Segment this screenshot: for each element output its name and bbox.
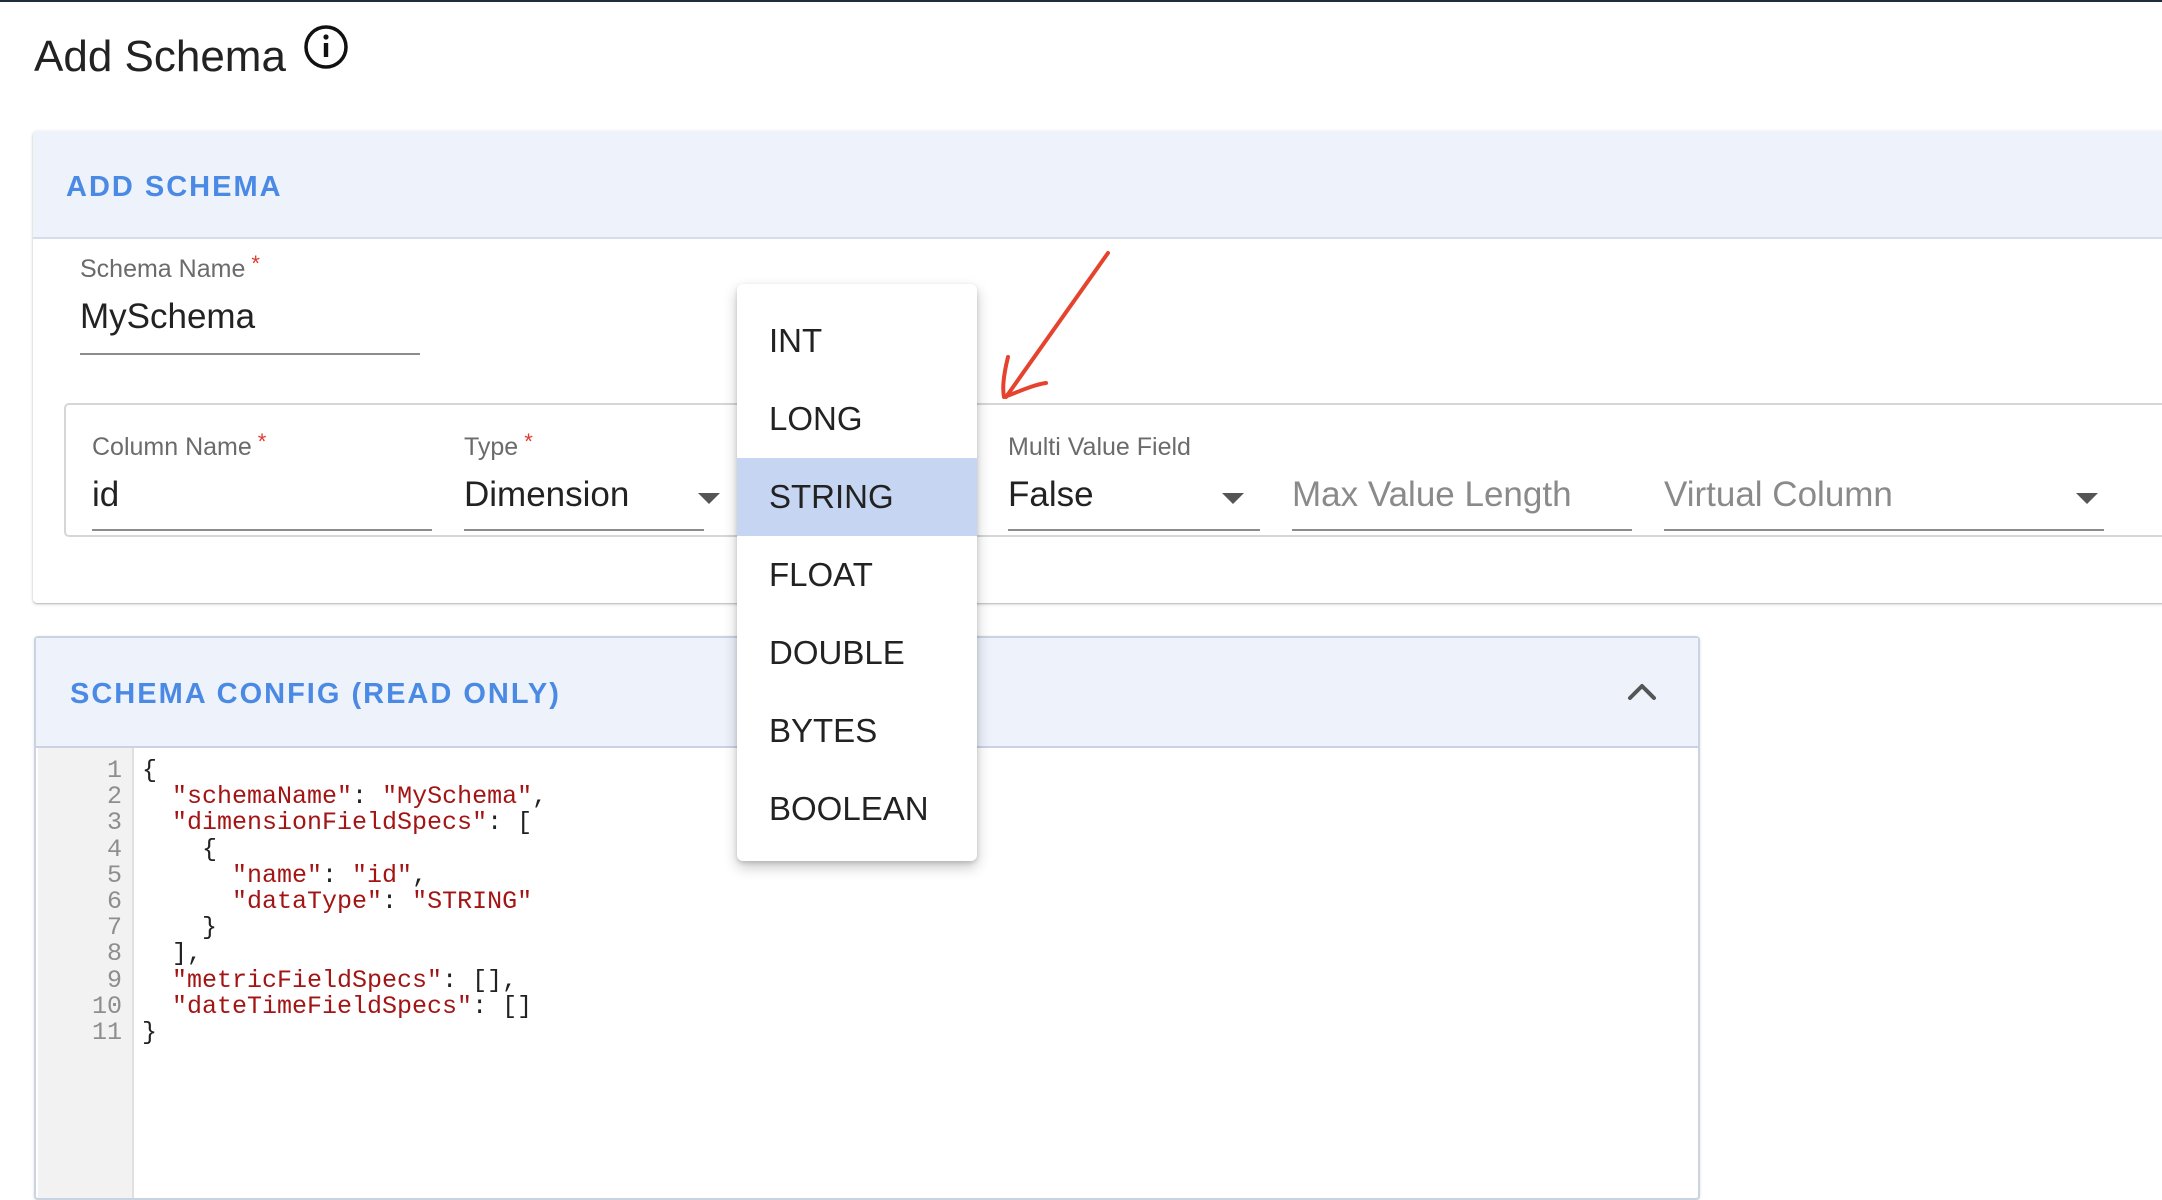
multi-value-label: Multi Value Field	[1008, 433, 1191, 461]
column-name-label: Column Name *	[92, 429, 266, 462]
max-value-length-underline	[1292, 529, 1632, 531]
code-text: }	[202, 913, 218, 943]
code-line: 11}	[38, 1018, 1238, 1054]
required-mark: *	[524, 429, 533, 454]
arrow-drop-down-icon[interactable]	[698, 493, 720, 504]
virtual-column-underline	[1664, 529, 2104, 531]
menu-item-bytes[interactable]: BYTES	[737, 692, 977, 770]
top-border	[0, 0, 2162, 2]
required-mark: *	[257, 429, 267, 454]
red-arrow-annotation	[1001, 251, 1110, 399]
page-title-text: Add Schema	[34, 32, 286, 81]
schema-name-input[interactable]: MySchema	[80, 297, 255, 337]
line-number: 10	[91, 991, 122, 1021]
code-text: "schemaName": "MySchema",	[172, 782, 548, 812]
add-schema-card-header: ADD SCHEMA	[33, 131, 2162, 239]
code-text: {	[142, 756, 158, 785]
line-number: 6	[106, 887, 122, 916]
column-name-underline	[92, 529, 432, 531]
line-number: 4	[106, 834, 122, 864]
line-number: 2	[106, 782, 122, 812]
add-schema-card-title: ADD SCHEMA	[66, 171, 283, 203]
code-text: {	[202, 834, 218, 864]
line-number: 11	[91, 1018, 122, 1047]
arrow-drop-down-icon[interactable]	[2076, 493, 2098, 504]
type-label-text: Type	[464, 433, 519, 461]
arrow-drop-down-icon[interactable]	[1222, 493, 1244, 504]
code-text: }	[142, 1018, 158, 1047]
line-number: 5	[106, 860, 122, 890]
required-mark: *	[251, 251, 260, 276]
type-dropdown-menu: INT LONG STRING FLOAT DOUBLE BYTES BOOLE…	[737, 284, 977, 861]
info-circle-icon[interactable]	[302, 23, 350, 71]
code-text: "dimensionFieldSpecs": [	[172, 808, 533, 838]
line-number: 1	[106, 756, 122, 785]
max-value-length-input[interactable]: Max Value Length	[1292, 475, 1572, 515]
column-name-label-text: Column Name	[92, 433, 252, 461]
type-label: Type *	[464, 429, 533, 462]
line-number: 7	[106, 913, 122, 943]
type-underline	[464, 529, 704, 531]
column-row: Column Name * id Type * Dimension Multi Va…	[64, 403, 2162, 537]
menu-item-string[interactable]: STRING	[737, 458, 977, 536]
schema-name-label-text: Schema Name	[80, 255, 246, 283]
menu-item-long[interactable]: LONG	[737, 380, 977, 458]
type-select[interactable]: Dimension	[464, 475, 629, 515]
virtual-column-select[interactable]: Virtual Column	[1664, 475, 1893, 515]
menu-item-double[interactable]: DOUBLE	[737, 614, 977, 692]
schema-config-title: SCHEMA CONFIG (READ ONLY)	[70, 678, 561, 710]
line-number: 8	[106, 939, 122, 969]
schema-name-label: Schema Name *	[80, 251, 260, 284]
column-name-input[interactable]: id	[92, 475, 119, 515]
schema-name-underline	[80, 353, 420, 355]
code-text: "dateTimeFieldSpecs": []	[172, 991, 533, 1021]
page-title: Add Schema	[34, 25, 350, 82]
code-text: "metricFieldSpecs": [],	[172, 965, 518, 995]
menu-item-int[interactable]: INT	[737, 302, 977, 380]
code-text: "name": "id",	[232, 860, 428, 890]
line-number: 3	[106, 808, 122, 838]
line-number: 9	[106, 965, 122, 995]
chevron-up-icon[interactable]	[1624, 676, 1660, 704]
multi-value-underline	[1008, 529, 1260, 531]
code-text: "dataType": "STRING"	[232, 887, 533, 916]
code-text: ],	[172, 939, 203, 969]
menu-item-float[interactable]: FLOAT	[737, 536, 977, 614]
multi-value-select[interactable]: False	[1008, 475, 1094, 515]
menu-item-boolean[interactable]: BOOLEAN	[737, 770, 977, 848]
